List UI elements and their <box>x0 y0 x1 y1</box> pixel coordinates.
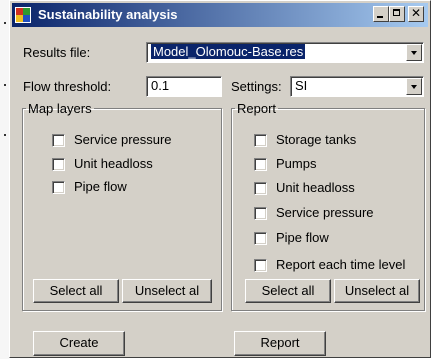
checkbox-label: Unit headloss <box>276 180 355 195</box>
checkbox-label: Unit headloss <box>74 156 153 171</box>
checkbox-label: Pipe flow <box>276 230 329 245</box>
results-file-label: Results file: <box>23 45 91 60</box>
chevron-down-icon <box>411 51 417 55</box>
close-icon: ✕ <box>410 6 422 20</box>
checkbox-label: Storage tanks <box>276 132 357 147</box>
results-file-value: Model_Olomouc-Base.res <box>151 44 306 59</box>
map-unselect-all-button[interactable]: Unselect al <box>122 279 212 303</box>
flow-threshold-label: Flow threshold: <box>23 79 112 94</box>
checkbox[interactable] <box>254 232 267 245</box>
settings-value: SI <box>295 78 308 93</box>
flow-threshold-input[interactable]: 0.1 <box>146 76 222 97</box>
checkbox[interactable] <box>52 181 65 194</box>
flow-threshold-value: 0.1 <box>151 78 170 93</box>
map-layers-title: Map layers <box>28 101 92 116</box>
checkbox[interactable] <box>52 134 65 147</box>
app-icon <box>15 7 31 23</box>
report-select-all-button[interactable]: Select all <box>245 279 331 303</box>
checkbox[interactable] <box>254 134 267 147</box>
report-title: Report <box>237 101 277 116</box>
settings-combo[interactable]: SI <box>290 76 424 97</box>
checkbox-label: Report each time level <box>276 257 406 272</box>
window-title: Sustainability analysis <box>38 7 178 22</box>
report-button[interactable]: Report <box>234 331 326 356</box>
checkbox[interactable] <box>52 158 65 171</box>
checkbox-label: Service pressure <box>74 132 172 147</box>
minimize-icon <box>377 16 383 18</box>
checkbox-label: Service pressure <box>276 205 374 220</box>
minimize-button[interactable] <box>373 6 389 22</box>
maximize-icon <box>393 9 400 16</box>
close-button[interactable]: ✕ <box>408 6 424 22</box>
checkbox-label: Pipe flow <box>74 179 127 194</box>
background-strip <box>0 0 9 359</box>
map-select-all-button[interactable]: Select all <box>33 279 119 303</box>
report-unselect-all-button[interactable]: Unselect al <box>334 279 420 303</box>
sustainability-dialog: Sustainability analysis ✕ Results file: … <box>9 0 431 358</box>
checkbox[interactable] <box>254 207 267 220</box>
results-file-combo[interactable]: Model_Olomouc-Base.res <box>146 42 424 63</box>
checkbox[interactable] <box>254 259 267 272</box>
results-file-dropdown-button[interactable] <box>406 44 422 61</box>
settings-dropdown-button[interactable] <box>406 78 422 95</box>
checkbox[interactable] <box>254 158 267 171</box>
settings-label: Settings: <box>231 79 282 94</box>
title-bar[interactable]: Sustainability analysis ✕ <box>12 3 428 27</box>
maximize-button[interactable] <box>389 6 405 22</box>
checkbox-label: Pumps <box>276 156 317 171</box>
create-button[interactable]: Create <box>33 331 125 356</box>
checkbox[interactable] <box>254 182 267 195</box>
chevron-down-icon <box>411 85 417 89</box>
